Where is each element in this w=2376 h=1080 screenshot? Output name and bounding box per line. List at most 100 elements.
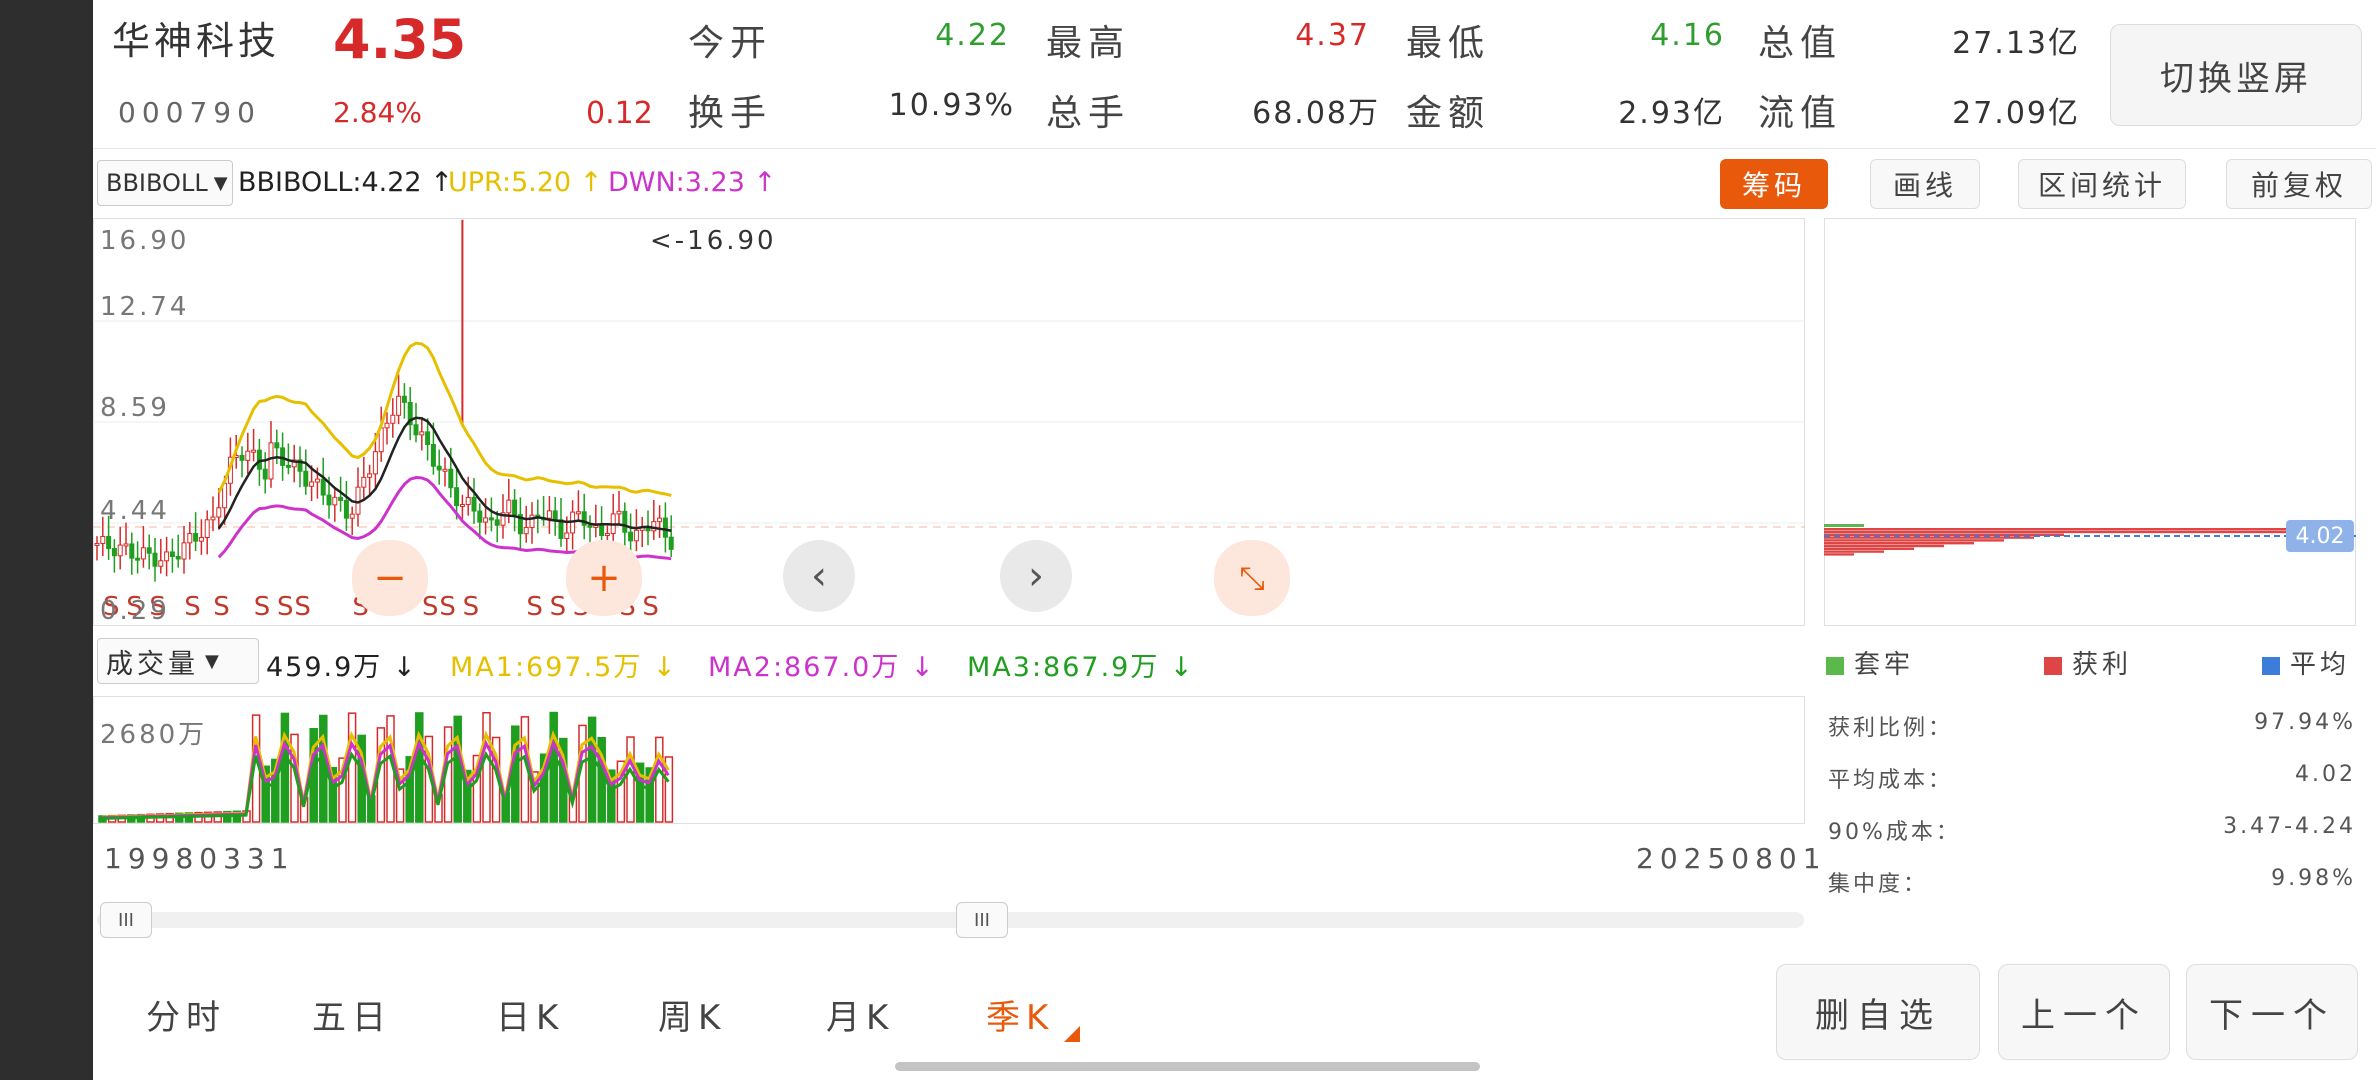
switch-portrait-button[interactable]: 切换竖屏 [2110, 24, 2362, 126]
legend-trapped-label: 套牢 [1854, 650, 1915, 680]
volume-indicator-select[interactable]: 成交量 ▼ [97, 638, 259, 684]
candle-body [204, 519, 210, 538]
candle-body [129, 543, 135, 559]
open-value: 4.22 [935, 18, 1010, 53]
home-indicator[interactable] [895, 1062, 1480, 1071]
volume-bar [549, 711, 558, 823]
candle-body [599, 524, 605, 537]
amount-label: 金额 [1406, 93, 1491, 134]
ma1-legend: MA1:697.5万 ↓ [450, 652, 678, 683]
ma2-legend: MA2:867.0万 ↓ [708, 652, 936, 683]
candle-body [396, 395, 402, 416]
legend-profit-label: 获利 [2072, 650, 2133, 680]
kline-chart[interactable]: SSSSSSSSSSSSSSSSSSS [93, 218, 1805, 626]
range-slider-end-handle[interactable]: III [956, 902, 1008, 938]
tab-intraday[interactable]: 分时 [146, 990, 226, 1039]
indicator-select[interactable]: BBIBOLL ▼ [97, 160, 233, 206]
chip-bar [1824, 550, 1884, 553]
candle-body [117, 544, 123, 557]
volume-chart[interactable] [93, 696, 1805, 824]
chip-bar [1824, 547, 1914, 550]
y-label: 4.44 [100, 496, 170, 526]
chevron-down-icon: ▼ [213, 172, 228, 194]
tab-monthly-k[interactable]: 月K [826, 990, 894, 1039]
tab-quarterly-k[interactable]: 季K [986, 990, 1054, 1039]
candle-body [111, 548, 117, 557]
candle-body [193, 533, 199, 542]
candle-body [401, 395, 407, 403]
candle-body [146, 547, 152, 554]
active-tab-corner-icon [1064, 1026, 1080, 1042]
average-cost-tag: 4.02 [2286, 520, 2354, 552]
chevron-left-icon[interactable]: ‹ [783, 540, 855, 612]
chip-bar [1824, 530, 2324, 534]
candle-body [164, 551, 170, 562]
interval-stats-button[interactable]: 区间统计 [2018, 159, 2186, 209]
range-slider-track[interactable] [97, 912, 1804, 928]
zoom-in-icon[interactable]: + [566, 540, 642, 616]
s-marker: S [184, 592, 201, 622]
stat-90-cost: 90%成本： 3.47-4.24 [1828, 814, 2356, 846]
float-mv-label: 流值 [1758, 93, 1843, 134]
chevron-right-icon[interactable]: › [1000, 540, 1072, 612]
candle-body [326, 494, 332, 506]
adjust-mode-button[interactable]: 前复权 [2226, 159, 2372, 209]
chips-button[interactable]: 筹码 [1720, 159, 1828, 209]
range-slider-start-handle[interactable]: III [100, 902, 152, 938]
stat-value: 9.98% [2271, 866, 2356, 891]
candle-body [436, 465, 442, 471]
s-marker: S [526, 592, 543, 622]
stat-value: 97.94% [2254, 710, 2356, 735]
candle-body [552, 510, 558, 521]
volume-bar [415, 712, 424, 823]
y-label: 12.74 [100, 292, 190, 322]
candle-body [442, 468, 448, 472]
zoom-out-icon[interactable]: − [352, 540, 428, 616]
y-label-max: 16.90 [100, 226, 190, 256]
stock-price: 4.35 [333, 8, 467, 71]
previous-stock-button[interactable]: 上一个 [1998, 964, 2170, 1060]
candle-body [430, 444, 436, 467]
tab-five-day[interactable]: 五日 [312, 990, 392, 1039]
stat-label: 集中度： [1828, 872, 1929, 897]
header-divider [93, 148, 2376, 149]
candle-body [622, 510, 628, 533]
s-marker: S [213, 592, 230, 622]
remove-watchlist-button[interactable]: 删自选 [1776, 964, 1980, 1060]
bbiboll-legend: BBIBOLL:4.22 ↑ [238, 167, 453, 198]
chevron-down-icon: ▼ [205, 650, 219, 672]
tab-weekly-k[interactable]: 周K [658, 990, 726, 1039]
high-value: 4.37 [1295, 18, 1370, 53]
candle-body [465, 496, 471, 506]
profit-swatch [2044, 656, 2062, 675]
candle-body [361, 476, 367, 488]
next-stock-button[interactable]: 下一个 [2186, 964, 2358, 1060]
s-marker: S [642, 592, 659, 622]
candle-body [558, 519, 564, 539]
legend-profit: 获利 [2044, 644, 2132, 681]
turnover-label: 换手 [688, 93, 773, 134]
left-edge-bar [0, 0, 93, 1080]
stat-avg-cost: 平均成本： 4.02 [1828, 762, 2356, 794]
candle-body [587, 524, 593, 528]
volume-select-value: 成交量 [106, 648, 199, 680]
stat-label: 90%成本： [1828, 820, 1961, 845]
low-value: 4.16 [1650, 18, 1725, 53]
candle-body [245, 450, 251, 461]
candle-body [181, 542, 187, 560]
candle-body [338, 496, 344, 502]
chip-bar-trapped [1824, 524, 1864, 527]
collapse-icon[interactable]: ⤡ [1214, 540, 1290, 616]
legend-average-label: 平均 [2290, 650, 2351, 680]
candle-body [268, 442, 274, 480]
volume-legend: 459.9万 ↓ [266, 652, 418, 683]
candle-body [332, 496, 338, 506]
draw-line-button[interactable]: 画线 [1870, 159, 1980, 209]
candle-body [100, 535, 106, 544]
candle-body [152, 552, 158, 567]
candle-body [657, 517, 663, 523]
low-label: 最低 [1406, 23, 1491, 64]
candle-body [187, 533, 193, 544]
tab-daily-k[interactable]: 日K [496, 990, 564, 1039]
candle-body [633, 529, 639, 542]
